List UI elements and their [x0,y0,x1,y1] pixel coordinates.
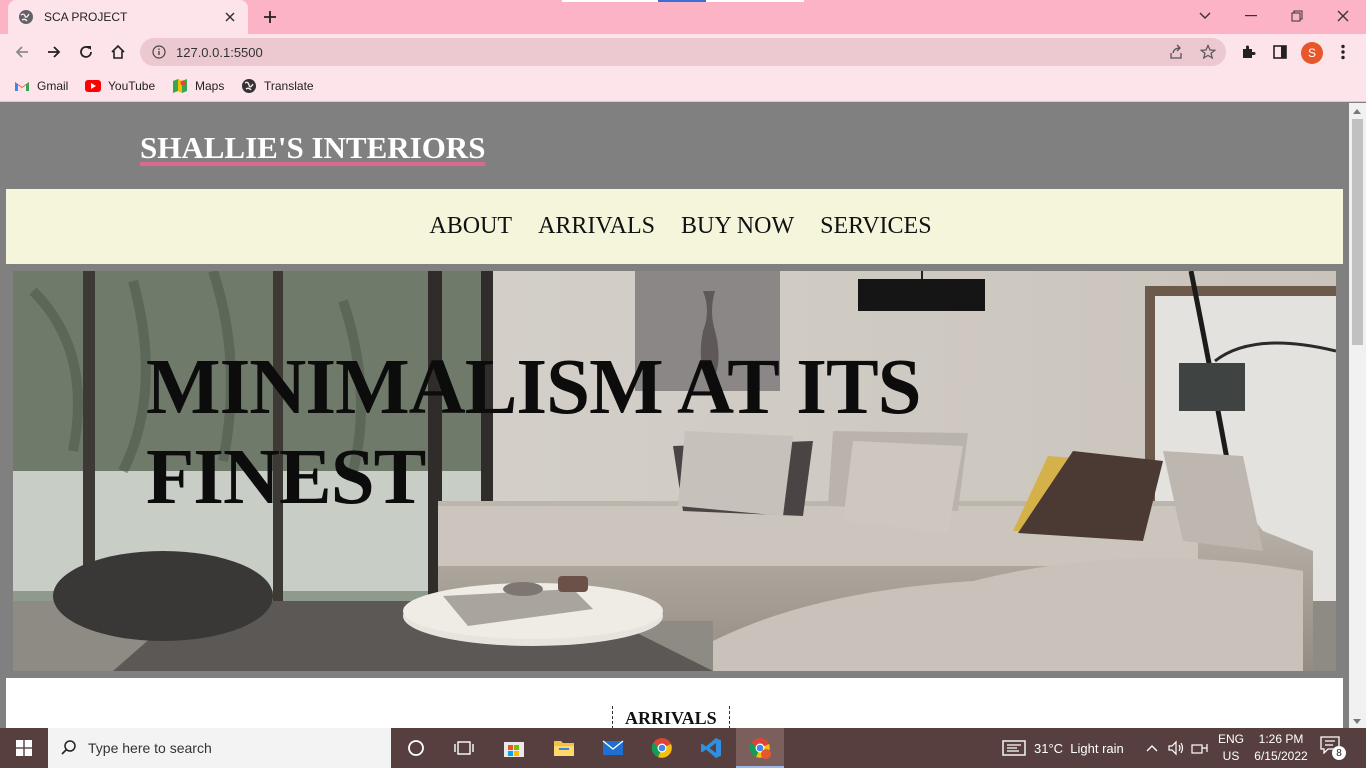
microsoft-store-icon[interactable] [494,734,534,762]
chrome-profile-icon [740,734,780,762]
taskbar-search-box[interactable]: Type here to search [48,728,391,768]
nav-link-arrivals[interactable]: ARRIVALS [538,213,655,240]
nav-link-about[interactable]: ABOUT [429,213,512,240]
volume-icon[interactable] [1164,734,1188,762]
bookmark-label: Gmail [37,79,69,93]
file-explorer-icon[interactable] [544,734,584,762]
maps-icon [172,78,188,94]
clock-date: 6/15/2022 [1254,749,1308,763]
nav-link-services[interactable]: SERVICES [820,213,931,240]
system-clock[interactable]: 1:26 PM 6/15/2022 [1252,731,1310,765]
translate-globe-icon [241,78,257,94]
scroll-up-arrow-icon[interactable] [1353,109,1361,114]
site-brand-logo[interactable]: SHALLIE'S INTERIORS [140,130,485,166]
notification-center-icon[interactable]: 8 [1320,736,1346,760]
restore-button[interactable] [1283,4,1311,28]
bookmark-gmail[interactable]: Gmail [14,77,68,95]
region-code: US [1222,749,1240,763]
new-tab-button[interactable] [258,6,282,28]
close-tab-icon[interactable] [222,9,238,25]
share-icon[interactable] [1167,43,1185,61]
arrivals-heading: ARRIVALS [612,706,730,728]
url-text: 127.0.0.1:5500 [176,44,263,60]
minimize-button[interactable] [1237,4,1265,28]
tab-search-strip [562,0,804,2]
home-button[interactable] [106,40,130,64]
nav-link-buy-now[interactable]: BUY NOW [681,213,794,240]
scroll-down-arrow-icon[interactable] [1353,719,1361,724]
youtube-icon [85,78,101,94]
chrome-icon[interactable] [642,734,682,762]
weather-icon [1002,740,1026,756]
browser-tab-strip: SCA PROJECT [0,0,1366,34]
bookmark-translate[interactable]: Translate [241,77,314,95]
network-icon[interactable] [1188,734,1212,762]
bookmark-label: Maps [195,79,225,93]
globe-icon [18,9,34,25]
vscode-icon[interactable] [691,734,731,762]
weather-widget[interactable]: 31°C Light rain [1002,728,1124,768]
address-bar[interactable]: 127.0.0.1:5500 [140,38,1226,66]
bookmark-label: Translate [264,79,314,93]
browser-tab-active[interactable]: SCA PROJECT [8,0,248,34]
task-view-icon[interactable] [444,734,484,762]
bookmark-star-icon[interactable] [1199,43,1217,61]
bookmark-youtube[interactable]: YouTube [85,77,155,95]
site-info-icon[interactable] [152,45,166,59]
weather-text: 31°C Light rain [1034,740,1124,756]
gmail-icon [14,78,30,94]
reload-button[interactable] [74,40,98,64]
hero-title: MINIMALISM AT ITS FINEST [146,344,922,521]
scrollbar-thumb[interactable] [1352,119,1363,345]
chevron-up-icon[interactable] [1140,734,1164,762]
bookmark-label: YouTube [108,79,156,93]
site-navbar: ABOUT ARRIVALS BUY NOW SERVICES [6,189,1343,264]
profile-avatar[interactable]: S [1301,42,1323,64]
page-scrollbar[interactable] [1349,103,1366,728]
close-window-button[interactable] [1329,4,1357,28]
taskbar-active-app[interactable] [736,728,784,768]
search-placeholder: Type here to search [88,740,212,756]
language-code: ENG [1217,732,1244,746]
mail-icon[interactable] [593,734,633,762]
page-viewport: SHALLIE'S INTERIORS ABOUT ARRIVALS BUY N… [0,103,1349,728]
menu-kebab-icon[interactable] [1331,40,1355,64]
side-panel-icon[interactable] [1268,40,1292,64]
bookmarks-bar: Gmail YouTube Maps Translate [0,70,1366,102]
bookmark-maps[interactable]: Maps [172,77,224,95]
search-icon [60,739,78,757]
cortana-icon[interactable] [396,734,436,762]
browser-toolbar: 127.0.0.1:5500 S [0,34,1366,70]
tab-search-chevron-icon[interactable] [1191,4,1219,28]
tab-title: SCA PROJECT [44,10,128,24]
forward-button[interactable] [42,40,66,64]
tab-search-strip-highlight [658,0,706,2]
arrivals-section: ARRIVALS [6,678,1343,728]
extensions-icon[interactable] [1236,40,1260,64]
windows-start-icon[interactable] [0,728,48,768]
notification-count-badge: 8 [1332,746,1346,760]
hero-banner: MINIMALISM AT ITS FINEST [13,271,1336,671]
windows-taskbar: Type here to search 31°C Light rain ENG … [0,728,1366,768]
clock-time: 1:26 PM [1258,732,1304,746]
back-button[interactable] [10,40,34,64]
language-indicator[interactable]: ENG US [1214,731,1248,765]
